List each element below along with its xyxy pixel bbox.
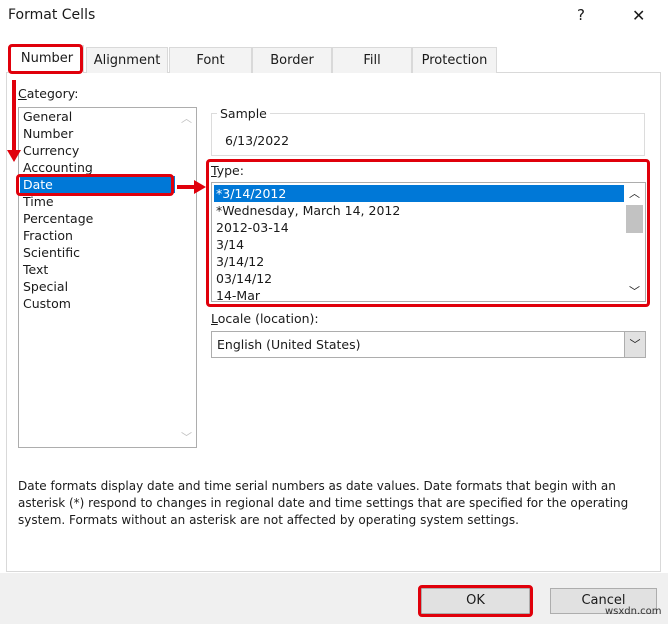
category-item[interactable]: Scientific: [23, 244, 80, 261]
category-item[interactable]: Percentage: [23, 210, 93, 227]
category-item[interactable]: Custom: [23, 295, 71, 312]
description-text: Date formats display date and time seria…: [18, 479, 629, 527]
sample-label: Sample: [217, 106, 270, 121]
close-button[interactable]: ✕: [632, 6, 645, 25]
highlight-number-tab: [8, 44, 83, 74]
arrow-right-icon: [177, 185, 195, 189]
arrow-down-icon: [12, 80, 16, 152]
highlight-date: [16, 174, 174, 196]
dialog-title: Format Cells: [8, 7, 96, 23]
sample-value: 6/13/2022: [225, 133, 290, 148]
highlight-ok: [418, 585, 533, 617]
category-item[interactable]: Currency: [23, 142, 79, 159]
category-scrollbar[interactable]: ︿ ﹀: [177, 108, 196, 447]
watermark: wsxdn.com: [605, 606, 662, 617]
highlight-type: [206, 159, 650, 307]
tab-alignment[interactable]: Alignment: [86, 47, 168, 73]
category-item[interactable]: Special: [23, 278, 68, 295]
arrow-right-head: [194, 180, 206, 194]
locale-value: English (United States): [217, 337, 361, 352]
locale-select[interactable]: English (United States) ﹀: [211, 331, 646, 358]
scroll-down-icon[interactable]: ﹀: [181, 429, 192, 445]
scroll-up-icon[interactable]: ︿: [181, 110, 192, 126]
locale-label: Locale (location):: [211, 311, 319, 326]
category-item[interactable]: Number: [23, 125, 73, 142]
tab-fill[interactable]: Fill: [332, 47, 412, 73]
arrow-down-head: [7, 150, 21, 162]
category-list[interactable]: General Number Currency Accounting Date …: [18, 107, 197, 448]
category-label: Category:: [18, 86, 79, 101]
tab-font[interactable]: Font: [169, 47, 252, 73]
tab-border[interactable]: Border: [252, 47, 332, 73]
category-item[interactable]: Fraction: [23, 227, 73, 244]
tab-protection[interactable]: Protection: [412, 47, 497, 73]
category-item[interactable]: General: [23, 108, 72, 125]
category-item[interactable]: Text: [23, 261, 48, 278]
help-button[interactable]: ?: [577, 6, 585, 24]
chevron-down-icon[interactable]: ﹀: [624, 332, 645, 357]
